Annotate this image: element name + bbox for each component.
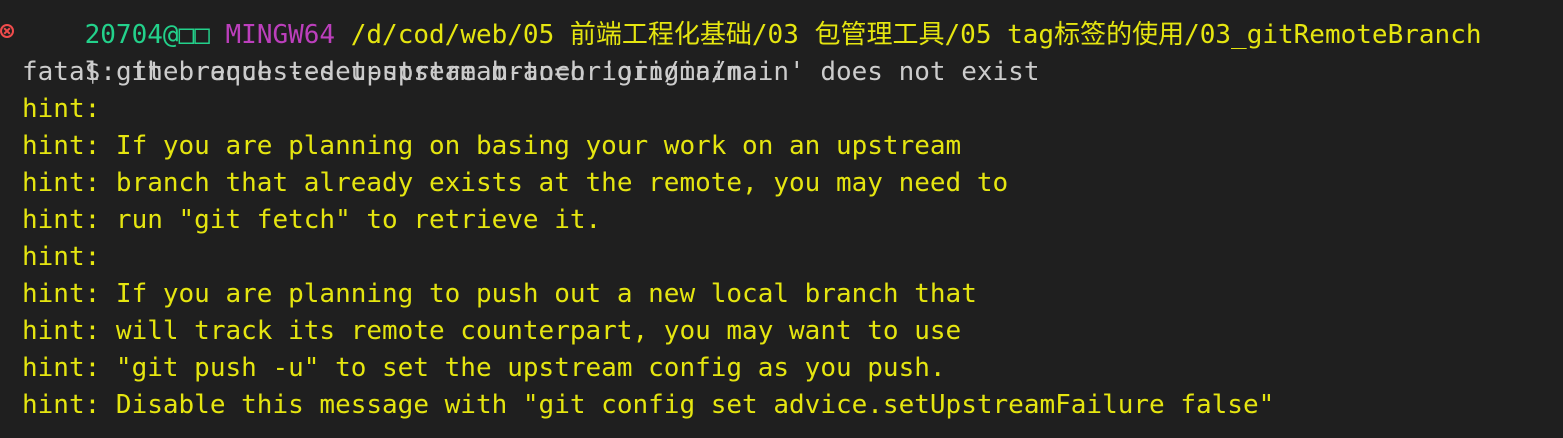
output-line-hint: hint: Disable this message with "git con… <box>22 390 1275 420</box>
output-line-hint: hint: If you are planning on basing your… <box>22 131 962 161</box>
output-line-hint: hint: <box>22 94 101 124</box>
command-line: $ git branch --set-upstream-to=origin/ma… <box>22 17 742 87</box>
output-line-hint: hint: branch that already exists at the … <box>22 168 1009 198</box>
output-line-hint: hint: run "git fetch" to retrieve it. <box>22 205 602 235</box>
prompt-header: 20704@□□ MINGW64 /d/cod/web/05 前端工程化基础/0… <box>22 0 1482 50</box>
output-line-hint: hint: will track its remote counterpart,… <box>22 316 962 346</box>
error-status-icon[interactable] <box>0 24 14 38</box>
terminal-panel[interactable]: 20704@□□ MINGW64 /d/cod/web/05 前端工程化基础/0… <box>0 0 1563 438</box>
output-line-hint: hint: If you are planning to push out a … <box>22 279 977 309</box>
output-line-fatal: fatal: the requested upstream branch 'or… <box>22 57 1040 87</box>
output-line-hint: hint: <box>22 242 101 272</box>
output-line-hint: hint: "git push -u" to set the upstream … <box>22 353 946 383</box>
